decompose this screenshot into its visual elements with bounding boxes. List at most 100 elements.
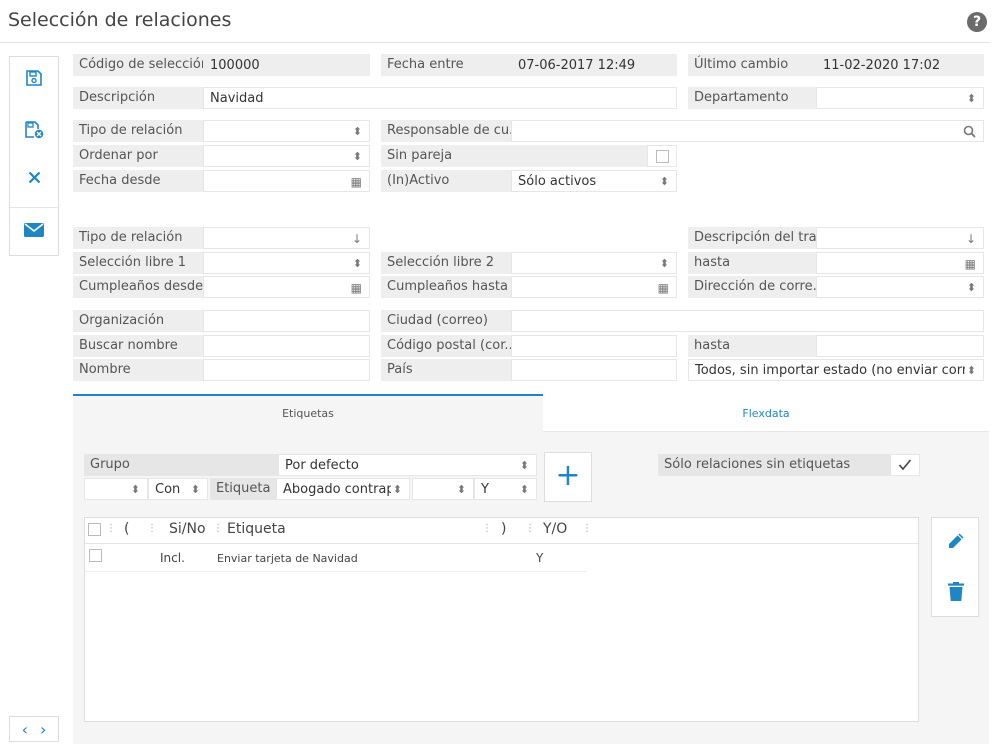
save-button[interactable] [10,59,58,97]
sel-libre2-label: Selección libre 2 [381,252,511,274]
column-resize-icon[interactable]: ⋮ [582,523,592,534]
column-resize-icon[interactable]: ⋮ [525,523,535,534]
departamento-label: Departamento [688,87,816,109]
calendar-icon[interactable]: ▦ [351,171,362,191]
tipo-relacion-label: Tipo de relación [73,120,203,142]
prev-icon[interactable]: ‹ [22,720,28,739]
organizacion-label: Organización [73,310,203,332]
sort-icon: ⬍ [519,459,529,472]
inactivo-select[interactable]: Sólo activos ⬍ [511,170,677,192]
organizacion-input[interactable] [203,310,370,332]
sort-icon: ⬍ [659,175,669,188]
save-delete-icon [25,121,44,139]
tab-flexdata[interactable]: Flexdata [543,396,989,432]
column-resize-icon[interactable]: ⋮ [147,523,157,534]
pais-input[interactable] [511,359,677,381]
nombre-input[interactable] [203,359,370,381]
estado-select[interactable]: Todos, sin importar estado (no enviar co… [688,359,984,381]
header-open-paren[interactable]: ( [124,521,129,537]
save-delete-button[interactable] [10,111,58,149]
calendar-icon[interactable]: ▦ [351,277,362,297]
descripcion-label: Descripción [73,87,203,109]
buscar-input[interactable] [203,335,370,357]
calendar-icon[interactable]: ▦ [965,253,976,273]
tipo-relacion2-select[interactable]: ↓ [203,227,370,249]
select-all-checkbox[interactable] [88,523,101,536]
arrow-down-icon: ↓ [351,232,362,246]
sel-libre1-select[interactable]: ⬍ [203,252,370,274]
check-icon[interactable] [898,458,912,472]
fecha-desde-input[interactable]: ▦ [203,170,370,192]
calendar-icon[interactable]: ▦ [658,277,669,297]
cp-input[interactable] [511,335,677,357]
row-checkbox[interactable] [89,549,102,562]
row-etiqueta: Enviar tarjeta de Navidad [217,552,358,565]
ordenar-select[interactable]: ⬍ [203,145,370,167]
save-icon [26,70,42,86]
tab-etiquetas[interactable]: Etiquetas [73,396,543,432]
cumple-hasta-input[interactable]: ▦ [511,276,677,298]
mail-icon [24,223,44,237]
tipo-relacion-select[interactable]: ⬍ [203,120,370,142]
arrow-down-icon: ↓ [965,232,976,246]
con-select[interactable]: Con ⬍ [148,478,208,500]
search-icon[interactable] [963,125,976,138]
edit-icon[interactable] [947,532,965,550]
next-icon[interactable]: › [40,720,46,739]
nombre-label: Nombre [73,359,203,381]
sin-etiquetas-cell [890,454,920,476]
column-resize-icon[interactable]: ⋮ [213,523,223,534]
departamento-select[interactable]: ⬍ [816,87,984,109]
ciudad-input[interactable] [511,310,984,332]
header-si-no[interactable]: Si/No [169,521,206,537]
header-etiqueta[interactable]: Etiqueta [227,521,286,537]
sel-libre2-select[interactable]: ⬍ [511,252,677,274]
header-close-paren[interactable]: ) [501,521,506,537]
desc-trabajo-select[interactable]: ↓ [816,227,984,249]
column-resize-icon[interactable]: ⋮ [482,523,492,534]
trash-icon[interactable] [948,582,964,601]
desc-trabajo-label: Descripción del trabaj [688,227,816,249]
close-icon [28,171,40,183]
codigo-field: 100000 [203,54,370,76]
column-resize-icon[interactable]: ⋮ [106,523,116,534]
pais-label: País [381,359,511,381]
hasta1-input[interactable]: ▦ [816,252,984,274]
direccion-select[interactable]: ⬍ [816,276,984,298]
ultimo-cambio-label: Último cambio [688,54,816,76]
sort-icon: ⬍ [964,360,976,380]
tipo-relacion2-label: Tipo de relación [73,227,203,249]
y-o-select[interactable]: Y ⬍ [474,478,537,500]
header-divider [0,42,990,43]
etiqueta-select[interactable]: Abogado contrap ⬍ [276,478,410,500]
hasta2-input[interactable] [816,335,984,357]
cumple-hasta-label: Cumpleaños hasta [381,276,511,298]
inactivo-label: (In)Activo [381,170,511,192]
fecha-entre-field: 07-06-2017 12:49 [511,54,677,76]
sin-pareja-checkbox[interactable] [656,150,669,163]
sort-icon: ⬍ [659,257,669,270]
ciudad-label: Ciudad (correo) [381,310,511,332]
descripcion-input[interactable]: Navidad [203,87,677,109]
page-title: Selección de relaciones [8,9,232,31]
mail-button[interactable] [10,211,58,249]
responsable-input[interactable] [511,120,984,142]
close-button[interactable] [10,158,58,196]
row-y-o: Y [536,551,544,565]
header-y-o[interactable]: Y/O [543,521,567,537]
codigo-label: Código de selección [73,54,203,76]
add-button[interactable]: + [544,452,592,502]
grupo-select[interactable]: Por defecto ⬍ [278,454,537,476]
row-si-no: Incl. [160,551,185,565]
cumple-desde-input[interactable]: ▦ [203,276,370,298]
direccion-label: Dirección de corre... [688,276,816,298]
sort-icon: ⬍ [190,483,200,496]
open-paren-select[interactable]: ⬍ [84,478,148,500]
cumple-desde-label: Cumpleaños desde [73,276,203,298]
hasta1-label: hasta [688,252,816,274]
sin-pareja-label: Sin pareja [381,145,647,167]
cp-label: Código postal (cor... [381,335,511,357]
sin-etiquetas-label: Sólo relaciones sin etiquetas [658,454,890,476]
close-paren-select[interactable]: ⬍ [412,478,474,500]
help-icon[interactable]: ? [967,12,987,32]
